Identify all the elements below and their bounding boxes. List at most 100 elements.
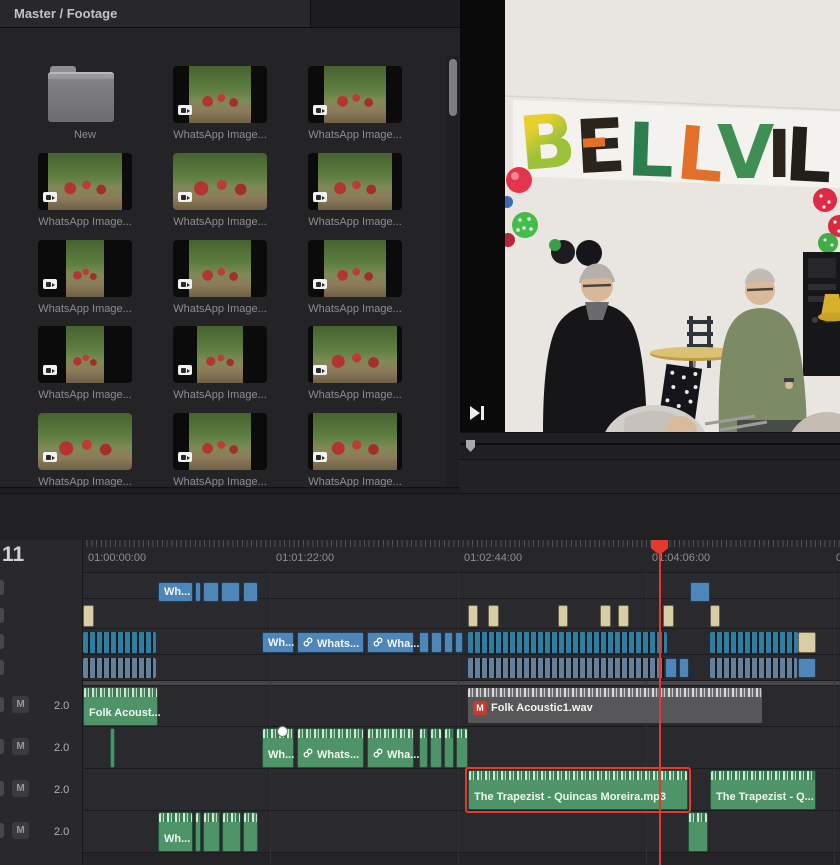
timeline-clip[interactable] xyxy=(798,632,816,653)
timeline-clip-group[interactable] xyxy=(710,658,797,678)
mute-button-a4[interactable]: M xyxy=(12,822,29,839)
mute-button-a3[interactable]: M xyxy=(12,780,29,797)
media-clip[interactable]: WhatsApp Image... xyxy=(308,326,402,401)
timeline-clip[interactable] xyxy=(431,632,442,653)
timeline-clip-group[interactable] xyxy=(710,632,798,653)
timeline-clip[interactable] xyxy=(618,605,629,627)
clip-label: WhatsApp Image... xyxy=(308,303,402,315)
media-clip[interactable]: WhatsApp Image... xyxy=(308,66,402,141)
audio-clip[interactable]: Wh... xyxy=(158,812,193,852)
track-header-edge xyxy=(0,739,4,754)
media-clip[interactable]: WhatsApp Image... xyxy=(38,153,132,228)
timeline-clip[interactable] xyxy=(663,605,674,627)
media-clip[interactable]: WhatsApp Image... xyxy=(38,326,132,401)
ruler-timecode: 01:02:44:00 xyxy=(464,552,522,564)
audio-clip-muted[interactable]: MFolk Acoustic1.wav xyxy=(467,687,763,724)
media-pool-scrollbar-track[interactable] xyxy=(446,56,459,488)
timeline-panel: 01:00:00:00 01:01:22:00 01:02:44:00 01:0… xyxy=(0,540,840,865)
timeline-clip-group[interactable] xyxy=(468,632,667,653)
timeline-clip[interactable]: Wha... xyxy=(367,632,414,653)
viewer-scrub-bar[interactable] xyxy=(460,432,840,460)
audio-clip[interactable] xyxy=(203,812,220,852)
timeline-clip[interactable] xyxy=(558,605,568,627)
audio-clip[interactable] xyxy=(243,812,258,852)
folder-label: New xyxy=(38,129,132,141)
media-clip[interactable]: WhatsApp Image... xyxy=(308,153,402,228)
media-clip[interactable]: WhatsApp Image... xyxy=(173,413,267,488)
timeline-clip[interactable]: Wh... xyxy=(158,582,193,602)
waveform xyxy=(368,729,413,738)
scrub-playhead[interactable] xyxy=(466,440,475,452)
media-clip[interactable]: WhatsApp Image... xyxy=(38,240,132,315)
video-camera-icon xyxy=(178,105,192,115)
breadcrumb[interactable]: Master / Footage xyxy=(14,6,117,21)
playhead-line[interactable] xyxy=(659,540,661,865)
media-clip[interactable]: WhatsApp Image... xyxy=(173,66,267,141)
timeline-clip[interactable] xyxy=(419,632,429,653)
audio-clip[interactable]: The Trapezist - Q... xyxy=(710,770,816,810)
timeline-clip[interactable] xyxy=(221,582,240,602)
audio-clip[interactable] xyxy=(456,728,468,768)
audio-clip[interactable] xyxy=(195,812,201,852)
play-to-end-icon[interactable] xyxy=(467,403,489,423)
audio-clip-selected[interactable]: The Trapezist - Quincas Moreira.mp3 xyxy=(468,770,688,810)
keyframe-dot[interactable] xyxy=(277,726,288,737)
timeline-clip[interactable] xyxy=(665,658,677,678)
media-clip[interactable]: WhatsApp Image... xyxy=(38,413,132,488)
scrub-track[interactable] xyxy=(460,443,840,445)
track-v4[interactable] xyxy=(0,572,840,599)
media-clip[interactable]: WhatsApp Image... xyxy=(308,413,402,488)
timeline-clip[interactable] xyxy=(488,605,499,627)
timeline-clip[interactable] xyxy=(444,632,453,653)
timeline-clip[interactable] xyxy=(455,632,463,653)
timeline-clip[interactable] xyxy=(195,582,201,602)
track-a4[interactable] xyxy=(0,810,840,853)
audio-clip[interactable] xyxy=(444,728,454,768)
timeline-clip[interactable] xyxy=(600,605,611,627)
timeline-clip-group[interactable] xyxy=(468,658,664,678)
timeline-clip-group[interactable] xyxy=(83,632,156,653)
timeline-clip-group[interactable] xyxy=(83,658,156,678)
timeline-clip[interactable] xyxy=(710,605,720,627)
video-camera-icon xyxy=(313,279,327,289)
timeline-ruler[interactable]: 01:00:00:00 01:01:22:00 01:02:44:00 01:0… xyxy=(82,540,840,573)
video-camera-icon xyxy=(178,192,192,202)
audio-clip[interactable] xyxy=(110,728,115,768)
audio-clip[interactable] xyxy=(222,812,241,852)
channel-format-a1: 2.0 xyxy=(54,700,69,712)
video-camera-icon xyxy=(43,452,57,462)
audio-clip[interactable]: Whats... xyxy=(297,728,364,768)
timeline-clip[interactable] xyxy=(798,658,816,678)
timeline-viewer: B E L L V I L xyxy=(460,0,840,492)
audio-clip[interactable]: Wha... xyxy=(367,728,414,768)
timeline-clip[interactable]: Whats... xyxy=(297,632,364,653)
mute-button-a2[interactable]: M xyxy=(12,738,29,755)
timeline-clip[interactable] xyxy=(468,605,478,627)
media-pool-scrollbar-thumb[interactable] xyxy=(449,59,457,116)
balloon xyxy=(512,212,538,238)
banner-letter: V xyxy=(717,110,774,196)
audio-clip[interactable] xyxy=(688,812,708,852)
clip-label: WhatsApp Image... xyxy=(308,129,402,141)
media-clip[interactable]: WhatsApp Image... xyxy=(173,326,267,401)
media-bin-new[interactable]: New xyxy=(38,66,132,141)
timeline-clip[interactable] xyxy=(690,582,710,602)
ruler-timecode: 01:00:00:00 xyxy=(88,552,146,564)
audio-clip[interactable]: Folk Acoust... xyxy=(83,687,158,726)
timeline-clip[interactable] xyxy=(83,605,94,627)
timeline-clip[interactable] xyxy=(203,582,219,602)
mute-button-a1[interactable]: M xyxy=(12,696,29,713)
media-clip[interactable]: WhatsApp Image... xyxy=(173,153,267,228)
viewer-video-frame[interactable]: B E L L V I L xyxy=(505,0,840,432)
timeline-clip[interactable] xyxy=(679,658,689,678)
media-clip[interactable]: WhatsApp Image... xyxy=(308,240,402,315)
timeline-clip[interactable] xyxy=(243,582,258,602)
channel-format-a3: 2.0 xyxy=(54,784,69,796)
link-icon xyxy=(373,637,383,650)
timeline-clip[interactable]: Wh... xyxy=(262,632,294,653)
media-clip[interactable]: WhatsApp Image... xyxy=(173,240,267,315)
clip-label: WhatsApp Image... xyxy=(173,216,267,228)
balloon xyxy=(576,240,602,266)
audio-clip[interactable] xyxy=(419,728,428,768)
audio-clip[interactable] xyxy=(430,728,442,768)
